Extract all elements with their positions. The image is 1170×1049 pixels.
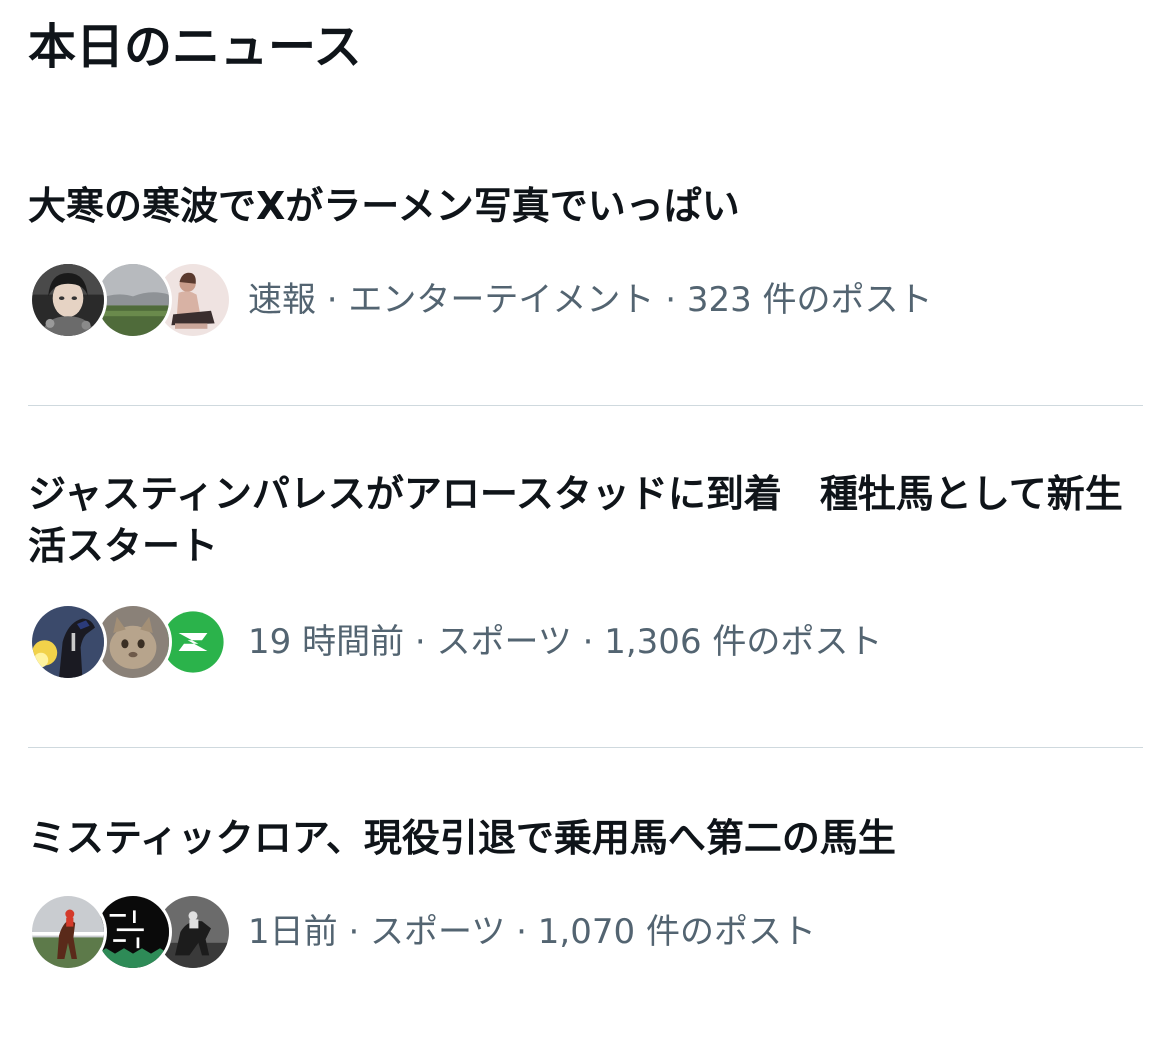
avatar-horse-image <box>32 606 104 678</box>
section-title: 本日のニュース <box>28 19 362 75</box>
news-meta: 1日前 · スポーツ · 1,070 件のポスト <box>248 912 816 952</box>
avatar <box>29 893 107 971</box>
news-item[interactable]: 大寒の寒波でXがラーメン写真でいっぱい 速報 · エンターテイメント · 323… <box>0 170 1170 406</box>
news-item[interactable]: ジャスティンパレスがアロースタッドに到着 種牡馬として新生活スタート 19 時間… <box>0 462 1170 748</box>
news-headline: ミスティックロア、現役引退で乗用馬へ第二の馬生 <box>28 816 896 860</box>
news-meta: 速報 · エンターテイメント · 323 件のポスト <box>248 280 933 320</box>
avatar-racehorse-image <box>32 896 104 968</box>
today-news-panel: 本日のニュース 大寒の寒波でXがラーメン写真でいっぱい 速報 · エンターテイメ… <box>0 0 1170 1049</box>
news-headline: 大寒の寒波でXがラーメン写真でいっぱい <box>28 184 740 228</box>
avatar-black-text-image <box>97 896 169 968</box>
avatar <box>29 261 107 339</box>
news-meta-row: 速報 · エンターテイメント · 323 件のポスト <box>29 260 933 340</box>
avatar-field-image <box>97 264 169 336</box>
avatar-group <box>29 602 232 682</box>
avatar-cat-image <box>97 606 169 678</box>
avatar-group <box>29 260 232 340</box>
news-headline: ジャスティンパレスがアロースタッドに到着 種牡馬として新生活スタート <box>28 472 1123 568</box>
news-meta: 19 時間前 · スポーツ · 1,306 件のポスト <box>248 622 883 662</box>
avatar-group <box>29 892 232 972</box>
news-meta-row: 1日前 · スポーツ · 1,070 件のポスト <box>29 892 816 972</box>
avatar <box>29 603 107 681</box>
divider <box>28 405 1143 406</box>
avatar-girl-image <box>32 264 104 336</box>
news-item[interactable]: ミスティックロア、現役引退で乗用馬へ第二の馬生 1日前 · スポーツ · 1,0… <box>0 808 1170 1049</box>
divider <box>28 747 1143 748</box>
news-meta-row: 19 時間前 · スポーツ · 1,306 件のポスト <box>29 602 883 682</box>
